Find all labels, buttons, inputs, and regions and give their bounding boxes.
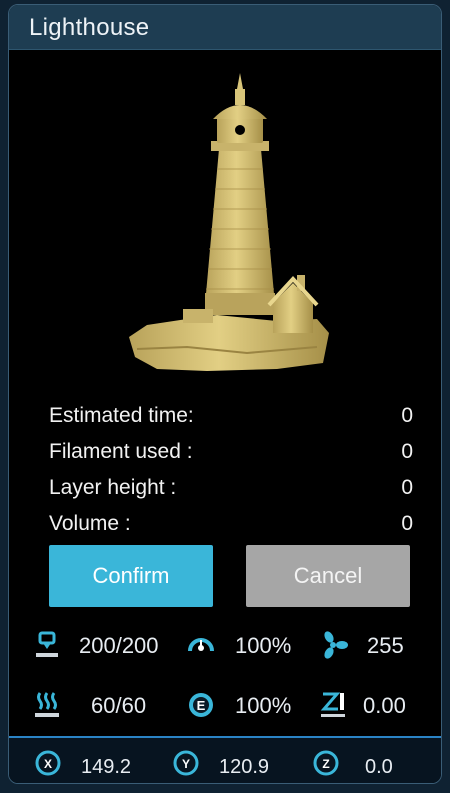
stat-label: Volume : <box>49 512 131 535</box>
svg-text:E: E <box>197 698 206 713</box>
z-offset-icon <box>320 692 345 717</box>
heatbed-icon <box>35 692 59 717</box>
stat-label: Filament used : <box>49 440 193 463</box>
z-axis-letter: Z <box>322 757 329 771</box>
position-bar: X 149.2 Y 120.9 Z 0.0 <box>9 738 441 783</box>
extruder-flow-icon: E <box>189 693 213 717</box>
fan-value: 255 <box>367 633 404 658</box>
dialog-title: Lighthouse <box>29 14 150 41</box>
stat-layer-height: Layer height : 0 <box>49 472 413 508</box>
model-preview <box>67 57 394 384</box>
print-info: Estimated time: 0 Filament used : 0 Laye… <box>49 400 413 544</box>
fan-icon <box>324 631 348 659</box>
y-position-value: 120.9 <box>219 756 270 778</box>
x-axis-icon: X <box>35 750 61 776</box>
x-position-value: 149.2 <box>81 756 132 778</box>
print-preview-dialog: Lighthouse Estimated time: 0 Filament us… <box>8 4 442 784</box>
stat-label: Layer height : <box>49 476 177 499</box>
y-axis-icon: Y <box>173 750 199 776</box>
stat-value: 0 <box>401 404 413 427</box>
status-row-2: 60/60 E 100% 0.00 <box>9 683 441 727</box>
cancel-button[interactable]: Cancel <box>246 545 410 607</box>
stat-value: 0 <box>401 476 413 499</box>
gauge-icon <box>188 638 214 652</box>
stat-estimated-time: Estimated time: 0 <box>49 400 413 436</box>
lighthouse-model-image <box>129 73 329 371</box>
speed-value: 100% <box>235 633 292 658</box>
title-bar: Lighthouse <box>9 5 441 50</box>
stat-value: 0 <box>401 512 413 535</box>
stat-label: Estimated time: <box>49 404 194 427</box>
y-axis-letter: Y <box>182 757 190 771</box>
z-offset-value: 0.00 <box>363 693 406 718</box>
nozzle-temp-value: 200/200 <box>79 633 159 658</box>
bed-temp-value: 60/60 <box>91 693 147 718</box>
nozzle-icon <box>36 631 58 657</box>
status-row-1: 200/200 100% 255 <box>9 623 441 667</box>
confirm-button[interactable]: Confirm <box>49 545 213 607</box>
z-axis-icon: Z <box>313 750 339 776</box>
screen-background: Lighthouse Estimated time: 0 Filament us… <box>0 0 450 793</box>
stat-value: 0 <box>401 440 413 463</box>
stat-volume: Volume : 0 <box>49 508 413 544</box>
flow-value: 100% <box>235 693 292 718</box>
stat-filament-used: Filament used : 0 <box>49 436 413 472</box>
x-axis-letter: X <box>44 757 52 771</box>
z-position-value: 0.0 <box>365 756 393 778</box>
